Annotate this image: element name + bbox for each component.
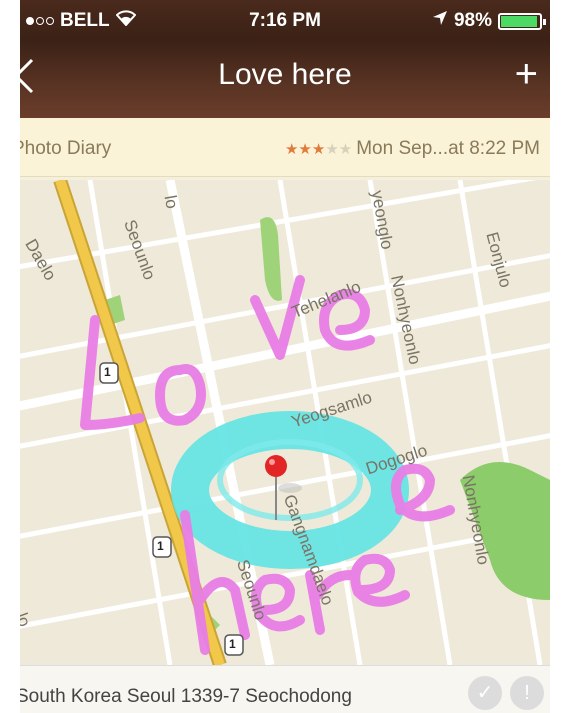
navigation-bar: Love here + <box>20 40 550 118</box>
route-badge-label: 1 <box>104 365 111 379</box>
rating-stars[interactable]: ★★★★★ <box>285 140 352 158</box>
battery-icon <box>498 12 546 30</box>
diary-label[interactable]: Photo Diary <box>20 138 111 160</box>
star-icon: ★ <box>311 141 326 158</box>
battery-fill <box>501 15 538 27</box>
star-icon: ★ <box>298 141 312 158</box>
add-button[interactable]: + <box>515 52 538 97</box>
entry-meta: ★★★★★ Mon Sep...at 8:22 PM <box>285 138 540 160</box>
exclamation-icon[interactable]: ! <box>510 676 544 710</box>
route-badge-label: 1 <box>157 539 164 553</box>
page-title: Love here <box>218 58 352 91</box>
star-icon: ★ <box>338 141 353 158</box>
star-icon: ★ <box>325 141 339 158</box>
battery-percent: 98% <box>453 10 492 31</box>
phone-screen: BELL 7:16 PM 98% Love here + Photo Diary… <box>20 0 550 713</box>
status-bar: BELL 7:16 PM 98% <box>20 0 550 40</box>
diary-info-bar: Photo Diary ★★★★★ Mon Sep...at 8:22 PM <box>20 118 550 177</box>
entry-datetime: Mon Sep...at 8:22 PM <box>356 138 540 159</box>
address-bar: South Korea Seoul 1339-7 Seochodong ✓ ! <box>20 665 550 713</box>
address-text: South Korea Seoul 1339-7 Seochodong <box>20 686 352 707</box>
star-icon: ★ <box>284 141 299 158</box>
check-icon[interactable]: ✓ <box>468 676 502 710</box>
location-arrow-icon <box>432 10 448 32</box>
map-view[interactable]: Daelo Seounlo lo yeonglo Tehelanlo Nonhy… <box>20 180 550 665</box>
status-right: 98% <box>432 10 546 32</box>
map-canvas <box>20 180 550 665</box>
route-badge-label: 1 <box>229 637 236 651</box>
